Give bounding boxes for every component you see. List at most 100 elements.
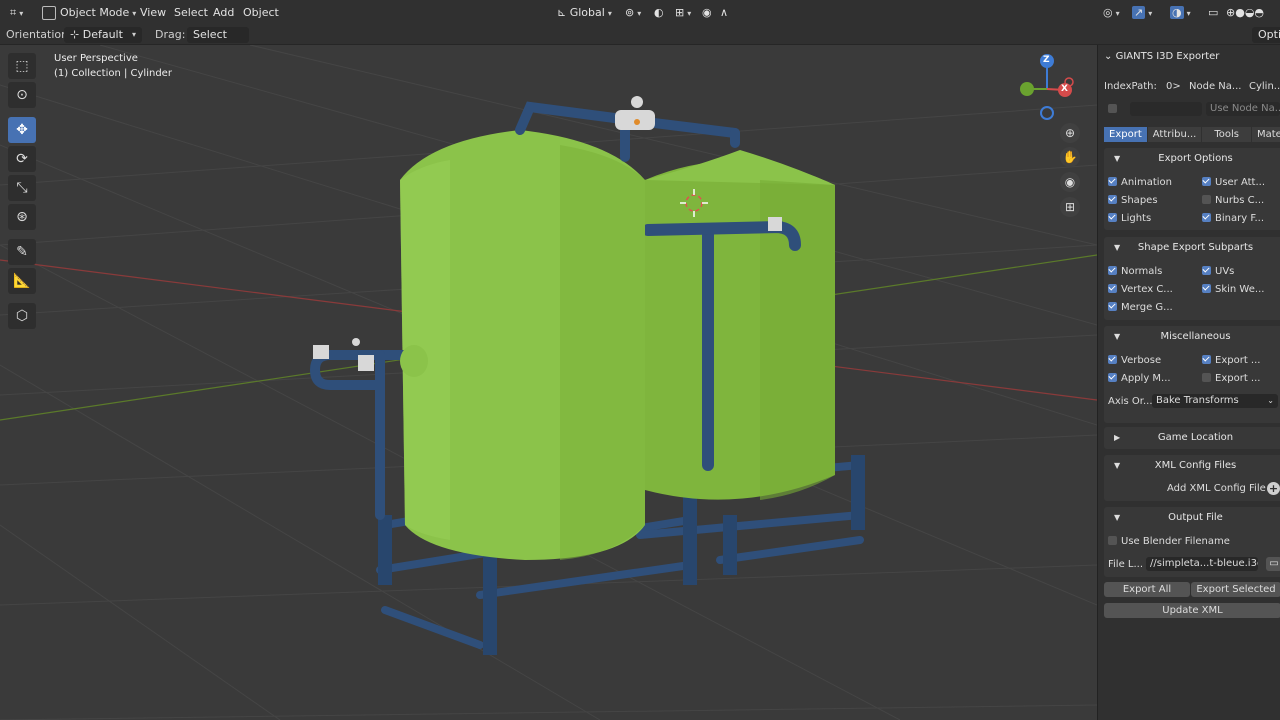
menu-view[interactable]: View (140, 4, 166, 22)
merge-groups-checkbox[interactable]: Merge G... (1108, 302, 1173, 313)
export-options-section: ▼ Export Options Animation User Att... Sh… (1104, 148, 1280, 230)
editor-type-button[interactable]: ⌗ ▾ (10, 4, 23, 22)
falloff-dropdown[interactable]: ∧ (720, 4, 728, 22)
rotate-icon: ⟳ (16, 151, 28, 167)
perspective-toggle-button[interactable]: ⊞ (1060, 197, 1080, 217)
add-cube-tool[interactable]: ⬡ (8, 303, 36, 329)
overlay-icon: ◑ (1170, 6, 1184, 19)
lights-checkbox[interactable]: Lights (1108, 213, 1151, 224)
transform-orientation-dropdown[interactable]: ⊾ Global ▾ (557, 4, 612, 22)
checkbox-label: Nurbs C... (1215, 195, 1265, 206)
drag-dropdown[interactable]: Select Box▾ (187, 27, 249, 57)
rotate-tool[interactable]: ⟳ (8, 146, 36, 172)
node-name-field[interactable] (1130, 102, 1202, 116)
menu-select[interactable]: Select (174, 4, 208, 22)
misc-header[interactable]: ▼ Miscellaneous (1104, 326, 1280, 348)
move-tool[interactable]: ✥ (8, 117, 36, 143)
use-node-name-button[interactable]: Use Node Na... (1206, 102, 1280, 116)
cursor-tool[interactable]: ⊙ (8, 82, 36, 108)
axis-orientation-dropdown[interactable]: Bake Transforms ⌄ (1152, 394, 1278, 408)
tab-tools[interactable]: Tools (1202, 127, 1251, 142)
file-location-label: File L... (1108, 559, 1144, 570)
xray-toggle[interactable]: ▭ (1208, 4, 1218, 22)
export-option-1-checkbox[interactable]: Export ... (1202, 355, 1260, 366)
checkbox-label: Lights (1121, 213, 1152, 224)
snap-icon: ⊞ (675, 6, 685, 19)
viewport-collection-label: (1) Collection | Cylinder (54, 68, 172, 79)
export-options-header[interactable]: ▼ Export Options (1104, 148, 1280, 170)
apply-modifiers-checkbox[interactable]: Apply M... (1108, 373, 1171, 384)
output-file-header[interactable]: ▼ Output File (1104, 507, 1280, 529)
use-node-checkbox[interactable] (1108, 104, 1121, 115)
verbose-checkbox[interactable]: Verbose (1108, 355, 1161, 366)
uvs-checkbox[interactable]: UVs (1202, 266, 1234, 277)
normals-checkbox[interactable]: Normals (1108, 266, 1162, 277)
file-location-field[interactable]: //simpleta...t-bleue.i3d (1146, 557, 1258, 571)
folder-icon: ▭ (1269, 558, 1279, 569)
skin-weights-checkbox[interactable]: Skin We... (1202, 284, 1264, 295)
falloff-icon: ∧ (720, 6, 729, 19)
xml-config-header[interactable]: ▼ XML Config Files (1104, 455, 1280, 477)
checkbox-label: Skin We... (1215, 284, 1265, 295)
options-dropdown[interactable]: Optio (1252, 27, 1280, 43)
object-mode-icon (42, 6, 56, 20)
mode-dropdown[interactable]: Object Mode ▾ (42, 4, 136, 22)
header-bar: ⌗ ▾ Object Mode ▾ View Select Add Object ⊾… (0, 0, 1280, 26)
shapes-checkbox[interactable]: Shapes (1108, 195, 1158, 206)
faucet (768, 217, 782, 231)
snap-dropdown[interactable]: ⊞ ▾ (675, 4, 691, 22)
plus-icon: + (1268, 482, 1279, 495)
game-location-header[interactable]: ▶ Game Location (1104, 427, 1280, 449)
tab-attributes[interactable]: Attribu... (1147, 127, 1202, 142)
transform-tool[interactable]: ⊛ (8, 204, 36, 230)
menu-object[interactable]: Object (243, 4, 279, 22)
nurbs-checkbox[interactable]: Nurbs C... (1202, 195, 1264, 206)
shape-subparts-header[interactable]: ▼ Shape Export Subparts (1104, 237, 1280, 259)
camera-view-button[interactable]: ◉ (1060, 172, 1080, 192)
user-attributes-checkbox[interactable]: User Att... (1202, 177, 1265, 188)
animation-checkbox[interactable]: Animation (1108, 177, 1172, 188)
orientation-dropdown[interactable]: ⊹ Default ▾ (64, 27, 142, 43)
menu-add[interactable]: Add (213, 4, 234, 22)
pan-button[interactable]: ✋ (1060, 147, 1080, 167)
add-xml-config-button[interactable]: + (1267, 482, 1280, 495)
gizmo-x-label[interactable]: X (1061, 84, 1068, 94)
export-option-2-checkbox[interactable]: Export ... (1202, 373, 1260, 384)
snap-toggle[interactable]: ◐ (654, 4, 664, 22)
gizmo-toggle[interactable]: ↗ ▾ (1132, 4, 1152, 22)
proportional-edit-toggle[interactable]: ◉ (702, 4, 712, 22)
binary-files-checkbox[interactable]: Binary F... (1202, 213, 1264, 224)
zoom-button[interactable]: ⊕ (1060, 123, 1080, 143)
measure-tool[interactable]: 📐 (8, 268, 36, 294)
annotate-tool[interactable]: ✎ (8, 239, 36, 265)
3d-viewport[interactable]: User Perspective (1) Collection | Cylind… (0, 45, 1097, 720)
tab-export[interactable]: Export (1104, 127, 1147, 142)
browse-file-button[interactable]: ▭ (1266, 557, 1280, 571)
cube-add-icon: ⬡ (15, 308, 29, 324)
xml-config-title: XML Config Files (1154, 460, 1237, 471)
checkbox-label: Export ... (1215, 373, 1261, 384)
scale-tool[interactable]: ⤡ (8, 175, 36, 201)
output-file-title: Output File (1168, 512, 1223, 523)
vertex-colors-checkbox[interactable]: Vertex C... (1108, 284, 1173, 295)
export-selected-button[interactable]: Export Selected (1191, 582, 1280, 597)
visibility-dropdown[interactable]: ◎ ▾ (1103, 4, 1120, 22)
shading-buttons[interactable]: ⊕●◒◓ (1226, 4, 1264, 22)
side-valve-2 (358, 355, 374, 371)
shading-icon: ⊕●◒◓ (1226, 6, 1265, 19)
use-blender-filename-checkbox[interactable]: Use Blender Filename (1108, 536, 1230, 547)
overlay-toggle[interactable]: ◑ ▾ (1170, 4, 1191, 22)
nodename-label: Node Na... (1189, 81, 1242, 92)
panel-header[interactable]: ⌄ GIANTS I3D Exporter (1104, 51, 1219, 62)
side-pipe (309, 350, 415, 520)
pivot-dropdown[interactable]: ⊚ ▾ (625, 4, 641, 22)
export-all-button[interactable]: Export All (1104, 582, 1190, 597)
update-xml-button[interactable]: Update XML (1104, 603, 1280, 618)
checkbox-label: Animation (1121, 177, 1172, 188)
misc-section: ▼ Miscellaneous Verbose Export ... Apply … (1104, 326, 1280, 423)
gizmo-z-label[interactable]: Z (1043, 55, 1050, 65)
select-box-tool[interactable]: ⬚ (8, 53, 36, 79)
orientation-icon: ⊾ (557, 6, 567, 19)
viewport-perspective-label: User Perspective (54, 53, 138, 64)
tab-material[interactable]: Material (1252, 127, 1280, 142)
